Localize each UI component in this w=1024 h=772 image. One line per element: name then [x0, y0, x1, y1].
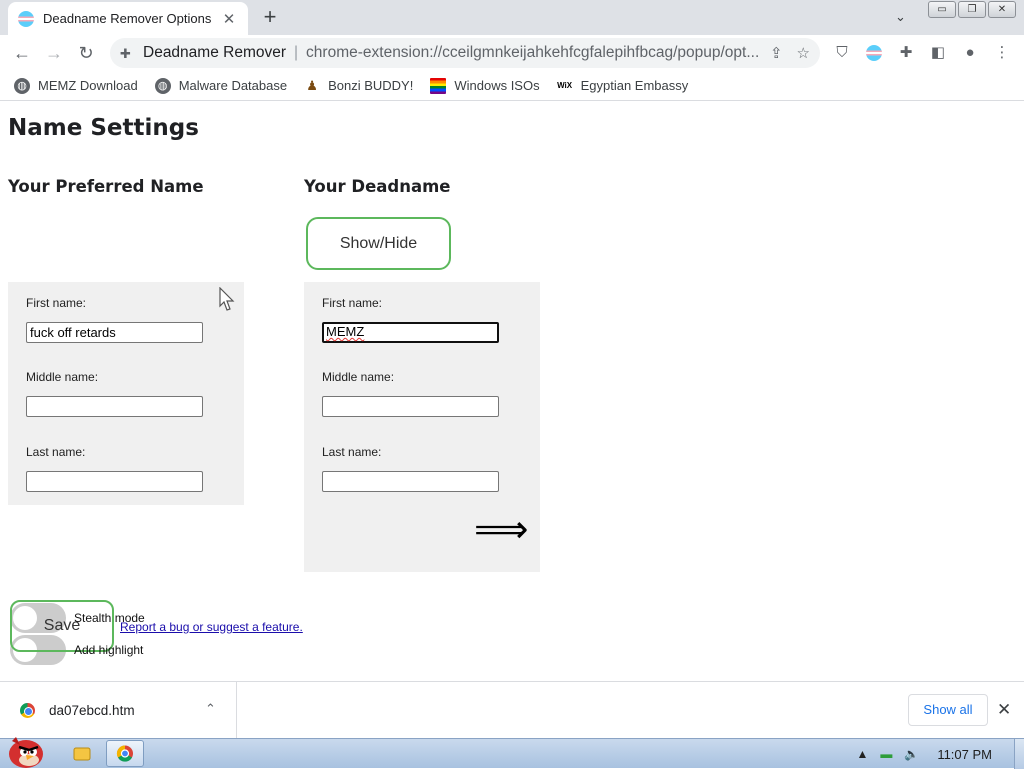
deadname-first-name-input[interactable]: MEMZ [322, 322, 499, 343]
deadname-middle-name-input[interactable] [322, 396, 499, 417]
side-panel-icon[interactable]: ◧ [927, 42, 949, 64]
show-hide-button[interactable]: Show/Hide [306, 217, 451, 270]
system-tray: ▲ ▬ 🔈 11:07 PM [856, 739, 1024, 769]
omnibox-actions: ⇪ ☆ [770, 44, 810, 62]
omnibox-site-name: Deadname Remover [143, 44, 287, 61]
double-arrow-right-icon: ⟹ [474, 509, 529, 551]
bookmark-label: Malware Database [178, 78, 288, 93]
bookmark-bonzi-buddy[interactable]: ♟ Bonzi BUDDY! [304, 78, 413, 94]
preferred-name-heading: Your Preferred Name [8, 177, 204, 196]
deadname-heading: Your Deadname [304, 177, 451, 196]
preferred-last-label: Last name: [26, 445, 86, 459]
tab-title: Deadname Remover Options [43, 11, 212, 26]
bookmark-star-icon[interactable]: ☆ [797, 44, 810, 62]
bookmark-windows-isos[interactable]: Windows ISOs [430, 77, 540, 94]
bookmark-memz-download[interactable]: ◍ MEMZ Download [14, 77, 138, 94]
reload-icon[interactable]: ↻ [74, 41, 98, 65]
mouse-cursor-icon [219, 287, 235, 311]
preferred-name-panel: First name: Middle name: Last name: [8, 282, 244, 505]
network-icon[interactable]: ▬ [880, 747, 892, 761]
preferred-first-name-input[interactable] [26, 322, 203, 343]
bookmarks-bar: ◍ MEMZ Download ◍ Malware Database ♟ Bon… [0, 71, 1024, 101]
share-icon[interactable]: ⇪ [770, 44, 783, 62]
angry-bird-start-icon[interactable] [2, 731, 48, 769]
wix-icon: WiX [557, 80, 573, 90]
address-bar[interactable]: ✚ Deadname Remover | chrome-extension://… [110, 38, 820, 68]
show-desktop-button[interactable] [1014, 739, 1024, 769]
preferred-first-label: First name: [26, 296, 87, 310]
tab-search-chevron-icon[interactable]: ⌄ [895, 9, 906, 25]
page-title: Name Settings [8, 115, 199, 141]
close-window-button[interactable]: ✕ [988, 1, 1016, 18]
globe-icon: ◍ [154, 77, 171, 94]
bookmark-label: Windows ISOs [454, 78, 540, 93]
title-bar: Deadname Remover Options ✕ + ⌄ ▭ ❐ ✕ [0, 0, 1024, 35]
forward-arrow-icon[interactable]: → [42, 41, 66, 65]
download-shelf: da07ebcd.htm ⌃ Show all ✕ [0, 681, 1024, 738]
options-page: Name Settings Your Preferred Name Your D… [0, 102, 1024, 681]
menu-kebab-icon[interactable]: ⋮ [991, 42, 1013, 64]
show-all-button[interactable]: Show all [908, 694, 988, 726]
chrome-icon [116, 745, 133, 762]
preferred-middle-label: Middle name: [26, 370, 99, 384]
taskbar-explorer-button[interactable] [62, 740, 100, 767]
folder-icon [73, 747, 91, 761]
globe-icon: ◍ [14, 77, 30, 94]
rainbow-flag-icon [430, 77, 447, 94]
clock[interactable]: 11:07 PM [937, 747, 992, 762]
deadname-panel: First name: MEMZ Middle name: Last name:… [304, 282, 540, 572]
trans-flag-favicon-icon [18, 10, 34, 27]
bonzi-icon: ♟ [306, 77, 318, 93]
deadname-first-label: First name: [322, 296, 383, 310]
restore-button[interactable]: ❐ [958, 1, 986, 18]
windows-taskbar: ▲ ▬ 🔈 11:07 PM [0, 737, 1024, 769]
taskbar-chrome-button[interactable] [106, 740, 144, 767]
back-arrow-icon[interactable]: ← [10, 41, 34, 65]
minimize-button[interactable]: ▭ [928, 1, 956, 18]
tab-close-icon[interactable]: ✕ [220, 10, 238, 28]
preferred-last-name-input[interactable] [26, 471, 203, 492]
volume-icon[interactable]: 🔈 [904, 747, 919, 761]
ublock-shield-icon[interactable]: ⛉ [831, 42, 853, 64]
puzzle-piece-icon: ✚ [120, 46, 131, 61]
deadname-remover-extension-icon[interactable] [863, 42, 885, 64]
download-file-name: da07ebcd.htm [49, 703, 135, 718]
window-controls: ▭ ❐ ✕ [926, 1, 1016, 18]
bookmark-label: Egyptian Embassy [580, 78, 689, 93]
bookmark-label: Bonzi BUDDY! [328, 78, 414, 93]
chrome-file-icon [20, 703, 35, 718]
new-tab-button[interactable]: + [258, 5, 282, 29]
extensions-puzzle-icon[interactable]: ✚ [895, 42, 917, 64]
deadname-first-value: MEMZ [326, 324, 365, 339]
bookmark-label: MEMZ Download [38, 78, 138, 93]
download-item[interactable]: da07ebcd.htm ⌃ [0, 682, 237, 738]
deadname-last-label: Last name: [322, 445, 382, 459]
deadname-last-name-input[interactable] [322, 471, 499, 492]
profile-avatar-icon[interactable]: ● [959, 42, 981, 64]
omnibox-url: chrome-extension://cceilgmnkeijahkehfcgf… [306, 44, 760, 61]
trans-flag-icon [866, 45, 882, 62]
bookmark-malware-database[interactable]: ◍ Malware Database [154, 77, 288, 94]
browser-tab[interactable]: Deadname Remover Options ✕ [8, 2, 248, 35]
preferred-middle-name-input[interactable] [26, 396, 203, 417]
report-bug-link[interactable]: Report a bug or suggest a feature. [120, 620, 303, 634]
omnibox-separator: | [294, 44, 299, 61]
tray-expand-icon[interactable]: ▲ [856, 747, 868, 761]
deadname-middle-label: Middle name: [322, 370, 395, 384]
bookmark-egyptian-embassy[interactable]: WiX Egyptian Embassy [557, 78, 689, 94]
chevron-up-icon[interactable]: ⌃ [205, 701, 216, 717]
close-shelf-icon[interactable]: ✕ [997, 700, 1011, 720]
add-highlight-label: Add highlight [74, 643, 144, 657]
browser-toolbar: ← → ↻ ✚ Deadname Remover | chrome-extens… [0, 35, 1024, 71]
